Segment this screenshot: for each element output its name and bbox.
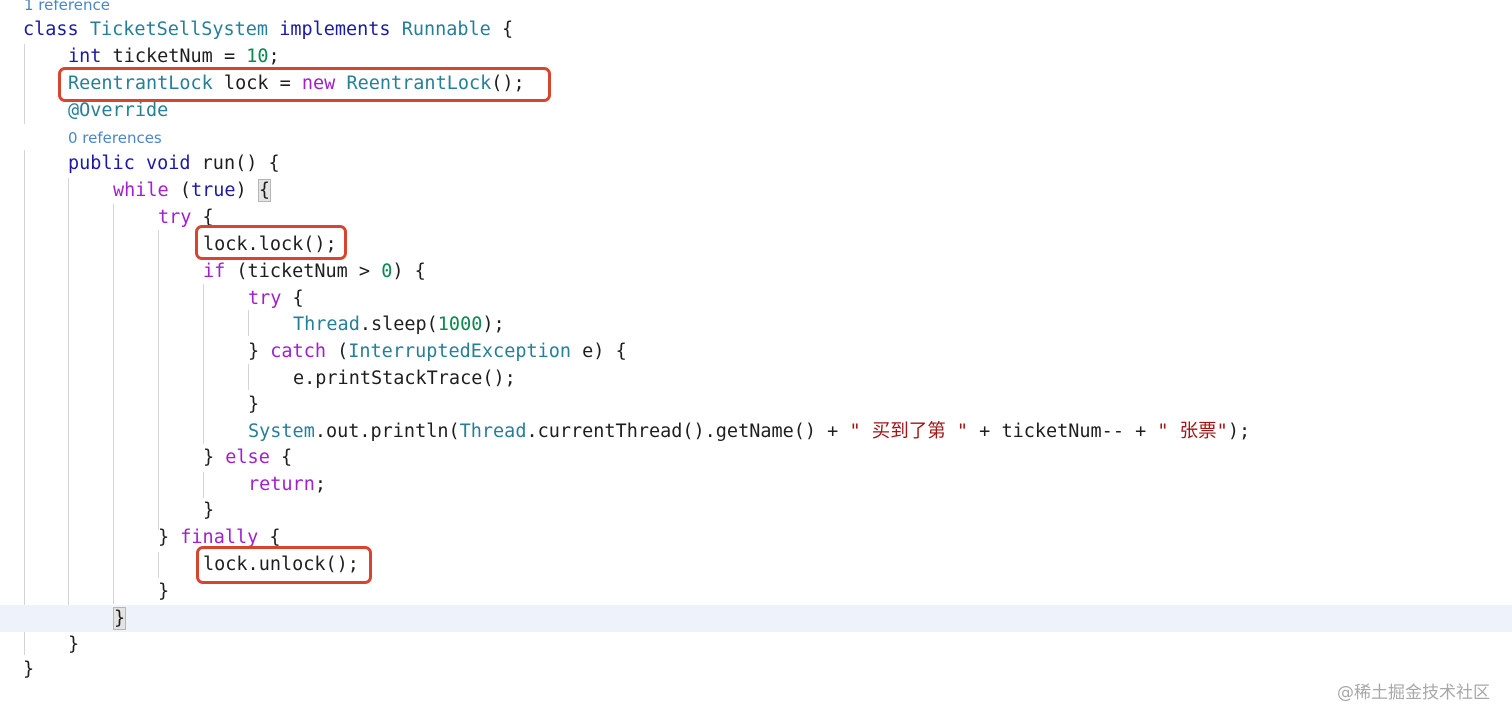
code-token: .sleep( <box>359 314 438 335</box>
code-line: } <box>0 578 1512 605</box>
code-token: void <box>145 153 191 174</box>
code-token: " 张票" <box>1157 421 1228 442</box>
code-token: } <box>203 447 226 468</box>
code-token: { <box>191 207 214 228</box>
code-token: run() { <box>190 153 280 174</box>
code-token: e.printStackTrace(); <box>293 368 516 389</box>
code-token: new <box>301 73 336 94</box>
code-token: catch <box>270 341 326 362</box>
code-token: System <box>248 421 315 442</box>
code-token: ); <box>1227 421 1251 442</box>
code-token: int <box>68 46 102 67</box>
code-line: } else { <box>0 444 1512 471</box>
code-line: public void run() { <box>0 150 1512 177</box>
code-token: implements <box>279 19 391 40</box>
code-token: 1000 <box>437 314 483 335</box>
code-editor[interactable]: 1 reference class TicketSellSystem imple… <box>0 0 1512 721</box>
code-line: e.printStackTrace(); <box>0 365 1512 392</box>
code-line: Thread.sleep(1000); <box>0 311 1512 338</box>
code-token: 10 <box>246 46 269 67</box>
code-token: Runnable <box>401 19 491 40</box>
code-line: return; <box>0 471 1512 498</box>
code-token: true <box>190 180 236 201</box>
code-line: int ticketNum = 10; <box>0 43 1512 70</box>
code-line: } <box>0 391 1512 418</box>
code-token: return <box>248 474 315 495</box>
code-token: ReentrantLock <box>346 73 492 94</box>
code-token: TicketSellSystem <box>89 19 269 40</box>
code-line: System.out.println(Thread.currentThread(… <box>0 418 1512 445</box>
code-line: lock.lock(); <box>0 231 1512 258</box>
code-token: lock.lock(); <box>203 234 337 255</box>
code-line: } catch (InterruptedException e) { <box>0 338 1512 365</box>
codelens-references[interactable]: 1 reference <box>0 0 1512 16</box>
code-token: ; <box>314 474 326 495</box>
code-line: ReentrantLock lock = new ReentrantLock()… <box>0 70 1512 97</box>
code-line: while (true) { <box>0 177 1512 204</box>
code-token: } <box>248 341 271 362</box>
code-token: } <box>158 527 181 548</box>
code-token: @Override <box>68 100 169 121</box>
current-line[interactable]: } <box>0 605 1512 632</box>
code-token: InterruptedException <box>348 341 572 362</box>
code-token: 0 <box>381 261 393 282</box>
code-token: (); <box>491 73 525 94</box>
code-token: ; <box>268 46 280 67</box>
code-token: try <box>248 288 282 309</box>
code-token: while <box>113 180 169 201</box>
code-token: } <box>158 581 170 602</box>
code-line: } <box>0 497 1512 524</box>
code-token: lock = <box>212 73 302 94</box>
code-token: lock.unlock(); <box>203 554 359 575</box>
code-token: } <box>248 394 260 415</box>
code-token: { <box>269 447 293 468</box>
code-token: ) <box>235 180 258 201</box>
code-token: " 买到了第 " <box>849 421 969 442</box>
code-line: class TicketSellSystem implements Runnab… <box>0 16 1512 43</box>
code-line: } <box>0 631 1512 658</box>
code-line: } <box>0 656 1512 683</box>
watermark: @稀土掘金技术社区 <box>1337 683 1490 703</box>
code-token: + ticketNum-- + <box>968 421 1158 442</box>
code-token: } <box>23 659 35 680</box>
code-line: if (ticketNum > 0) { <box>0 258 1512 285</box>
code-token: else <box>225 447 270 468</box>
code-line: } finally { <box>0 524 1512 551</box>
code-line: try { <box>0 204 1512 231</box>
code-token: class <box>23 19 90 40</box>
code-token: ) { <box>392 261 426 282</box>
code-token: } <box>68 634 80 655</box>
code-token: finally <box>180 527 259 548</box>
code-token: ( <box>168 180 191 201</box>
code-token: .out.println( <box>314 421 460 442</box>
bracket-match: } <box>113 607 127 630</box>
code-token: ( <box>325 341 349 362</box>
code-token: { <box>281 288 304 309</box>
code-token: if <box>203 261 226 282</box>
code-line: try { <box>0 285 1512 312</box>
code-line: @Override <box>0 97 1512 124</box>
code-token: Thread <box>459 421 527 442</box>
code-token: .currentThread().getName() + <box>526 421 850 442</box>
bracket-match: { <box>257 179 271 202</box>
code-token: ReentrantLock <box>68 73 213 94</box>
code-token: { <box>258 527 281 548</box>
code-token: public <box>68 153 135 174</box>
code-token: ); <box>482 314 505 335</box>
code-line: lock.unlock(); <box>0 551 1512 578</box>
code-token: ticketNum = <box>101 46 247 67</box>
code-token: } <box>203 500 215 521</box>
codelens-references[interactable]: 0 references <box>0 127 1512 149</box>
code-token: e) { <box>571 341 627 362</box>
code-token: try <box>158 207 192 228</box>
code-token: Thread <box>293 314 360 335</box>
code-token: { <box>490 19 514 40</box>
code-token: (ticketNum > <box>225 261 382 282</box>
